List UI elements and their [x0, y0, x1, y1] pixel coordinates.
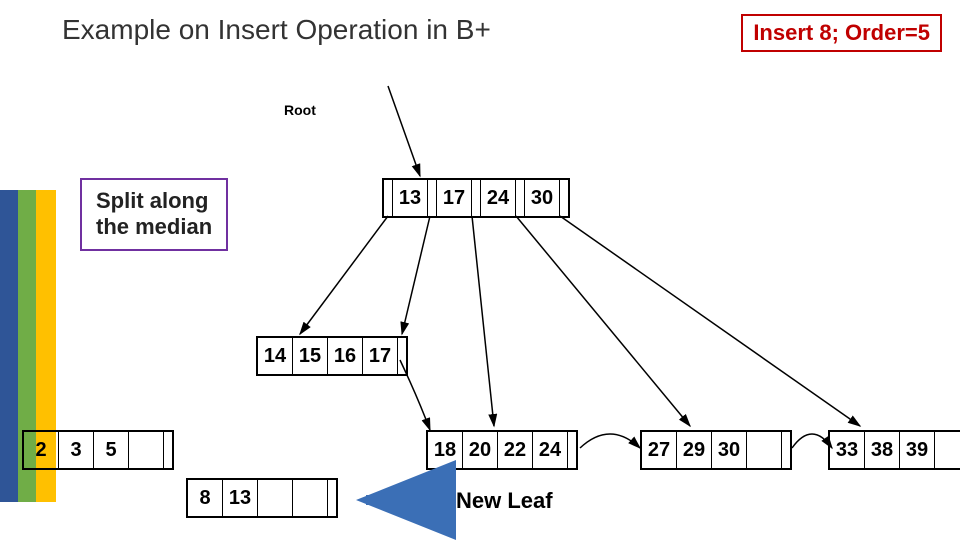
- new-leaf-label: New Leaf: [456, 488, 553, 514]
- slide: Example on Insert Operation in B+ Insert…: [0, 0, 960, 540]
- key: 24: [480, 180, 515, 216]
- callout-line: the median: [96, 214, 212, 240]
- key: 22: [497, 432, 532, 468]
- leaf-node: 2 3 5: [22, 430, 174, 470]
- key: 15: [292, 338, 327, 374]
- new-leaf-node: 8 13: [186, 478, 338, 518]
- split-callout: Split along the median: [80, 178, 228, 251]
- root-label: Root: [284, 102, 316, 118]
- key: 33: [830, 432, 864, 468]
- key: 16: [327, 338, 362, 374]
- key: 17: [362, 338, 397, 374]
- key: 29: [676, 432, 711, 468]
- key: 2: [24, 432, 58, 468]
- leaf-node: 33 38 39: [828, 430, 960, 470]
- key: 13: [222, 480, 257, 516]
- key: 30: [524, 180, 559, 216]
- key: 27: [642, 432, 676, 468]
- leaf-node: 27 29 30: [640, 430, 792, 470]
- key: [934, 432, 960, 468]
- key: 17: [436, 180, 471, 216]
- operation-badge: Insert 8; Order=5: [741, 14, 942, 52]
- key: 20: [462, 432, 497, 468]
- key: [292, 480, 327, 516]
- key: 30: [711, 432, 746, 468]
- key: 3: [58, 432, 93, 468]
- key: 39: [899, 432, 934, 468]
- key: [746, 432, 781, 468]
- key: 8: [188, 480, 222, 516]
- key: 14: [258, 338, 292, 374]
- root-node: 13 17 24 30: [382, 178, 570, 218]
- key: [128, 432, 163, 468]
- callout-line: Split along: [96, 188, 212, 214]
- key: 18: [428, 432, 462, 468]
- key: 24: [532, 432, 567, 468]
- key: 13: [392, 180, 427, 216]
- leaf-node: 18 20 22 24: [426, 430, 578, 470]
- page-title: Example on Insert Operation in B+: [62, 14, 491, 46]
- key: [257, 480, 292, 516]
- key: 5: [93, 432, 128, 468]
- leaf-node: 14 15 16 17: [256, 336, 408, 376]
- key: 38: [864, 432, 899, 468]
